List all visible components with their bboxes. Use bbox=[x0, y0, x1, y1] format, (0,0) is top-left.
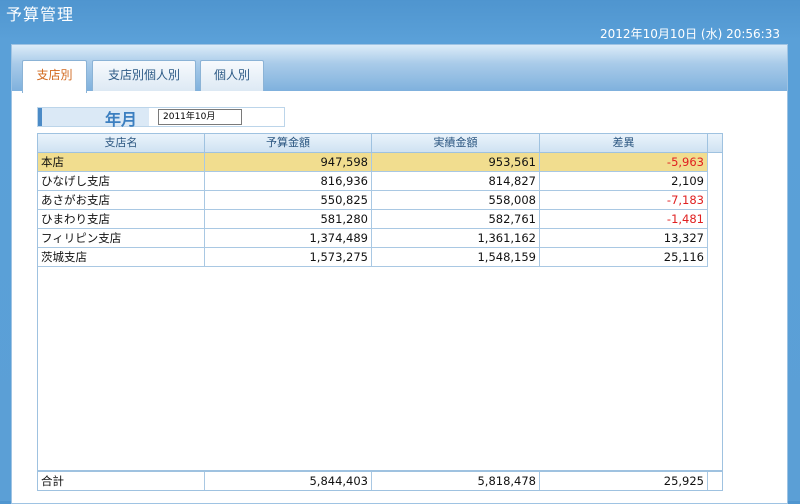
budget-cell: 581,280 bbox=[205, 210, 372, 228]
table-row[interactable]: 本店 947,598 953,561 -5,963 bbox=[38, 153, 708, 172]
tab-strip: 支店別 支店別個人別 個人別 bbox=[12, 45, 787, 93]
year-month-label: 年月 bbox=[105, 110, 138, 129]
header-branch-name[interactable]: 支店名 bbox=[38, 134, 205, 152]
difference-cell: -7,183 bbox=[540, 191, 708, 209]
total-difference: 25,925 bbox=[540, 472, 708, 490]
total-actual: 5,818,478 bbox=[372, 472, 540, 490]
tab-person[interactable]: 個人別 bbox=[200, 60, 264, 91]
budget-cell: 1,573,275 bbox=[205, 248, 372, 266]
branch-name-cell: 本店 bbox=[38, 153, 205, 171]
branch-name-cell: 茨城支店 bbox=[38, 248, 205, 266]
actual-cell: 953,561 bbox=[372, 153, 540, 171]
app-title: 予算管理 bbox=[6, 5, 75, 24]
difference-cell: 13,327 bbox=[540, 229, 708, 247]
main-panel: 支店別 支店別個人別 個人別 年月 2011年10月 支店名 予算金額 実績金額… bbox=[11, 44, 788, 504]
year-month-filter: 年月 2011年10月 bbox=[37, 107, 285, 129]
table-row[interactable]: ひなげし支店 816,936 814,827 2,109 bbox=[38, 172, 708, 191]
table-row[interactable]: フィリピン支店 1,374,489 1,361,162 13,327 bbox=[38, 229, 708, 248]
branch-table: 支店名 予算金額 実績金額 差異 本店 947,598 953,561 -5,963 ひ… bbox=[37, 133, 723, 471]
table-row[interactable]: あさがお支店 550,825 558,008 -7,183 bbox=[38, 191, 708, 210]
total-budget: 5,844,403 bbox=[205, 472, 372, 490]
budget-cell: 1,374,489 bbox=[205, 229, 372, 247]
budget-cell: 550,825 bbox=[205, 191, 372, 209]
table-row[interactable]: ひまわり支店 581,280 582,761 -1,481 bbox=[38, 210, 708, 229]
datetime-display: 2012年10月10日 (水) 20:56:33 bbox=[600, 27, 780, 41]
header-actual[interactable]: 実績金額 bbox=[372, 134, 540, 152]
difference-cell: -5,963 bbox=[540, 153, 708, 171]
total-label: 合計 bbox=[38, 472, 205, 490]
tab-branch-person[interactable]: 支店別個人別 bbox=[92, 60, 196, 91]
actual-cell: 1,361,162 bbox=[372, 229, 540, 247]
difference-cell: 2,109 bbox=[540, 172, 708, 190]
header-scroll-stub bbox=[708, 134, 722, 152]
total-row: 合計 5,844,403 5,818,478 25,925 bbox=[37, 471, 723, 491]
table-header: 支店名 予算金額 実績金額 差異 bbox=[38, 134, 722, 153]
table-row[interactable]: 茨城支店 1,573,275 1,548,159 25,116 bbox=[38, 248, 708, 267]
actual-cell: 582,761 bbox=[372, 210, 540, 228]
header-difference[interactable]: 差異 bbox=[540, 134, 708, 152]
difference-cell: 25,116 bbox=[540, 248, 708, 266]
difference-cell: -1,481 bbox=[540, 210, 708, 228]
actual-cell: 814,827 bbox=[372, 172, 540, 190]
branch-name-cell: フィリピン支店 bbox=[38, 229, 205, 247]
branch-name-cell: ひまわり支店 bbox=[38, 210, 205, 228]
branch-name-cell: あさがお支店 bbox=[38, 191, 205, 209]
header-budget[interactable]: 予算金額 bbox=[205, 134, 372, 152]
actual-cell: 558,008 bbox=[372, 191, 540, 209]
branch-name-cell: ひなげし支店 bbox=[38, 172, 205, 190]
budget-cell: 947,598 bbox=[205, 153, 372, 171]
actual-cell: 1,548,159 bbox=[372, 248, 540, 266]
tab-branch[interactable]: 支店別 bbox=[22, 60, 87, 93]
year-month-input[interactable]: 2011年10月 bbox=[158, 109, 242, 125]
budget-cell: 816,936 bbox=[205, 172, 372, 190]
